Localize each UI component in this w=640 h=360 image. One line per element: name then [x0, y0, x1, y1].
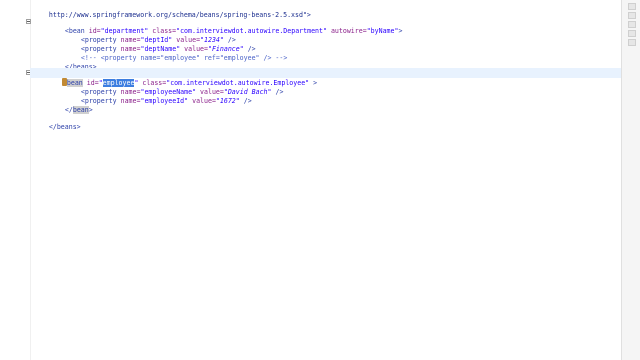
code-line: </bean>	[30, 95, 622, 114]
code-line: http://www.springframework.org/schema/be…	[30, 0, 622, 19]
scroll-marker[interactable]	[628, 12, 636, 19]
code-line: </beans>	[30, 112, 622, 131]
code-line: </beans>	[30, 52, 622, 71]
xml-editor[interactable]: http://www.springframework.org/schema/be…	[30, 0, 622, 360]
scroll-marker[interactable]	[628, 3, 636, 10]
scroll-marker[interactable]	[628, 30, 636, 37]
vertical-scrollbar[interactable]	[621, 0, 640, 360]
scroll-marker[interactable]	[628, 39, 636, 46]
scroll-marker[interactable]	[628, 21, 636, 28]
tag-close: </beans>	[48, 123, 81, 131]
editor-gutter	[0, 0, 31, 360]
